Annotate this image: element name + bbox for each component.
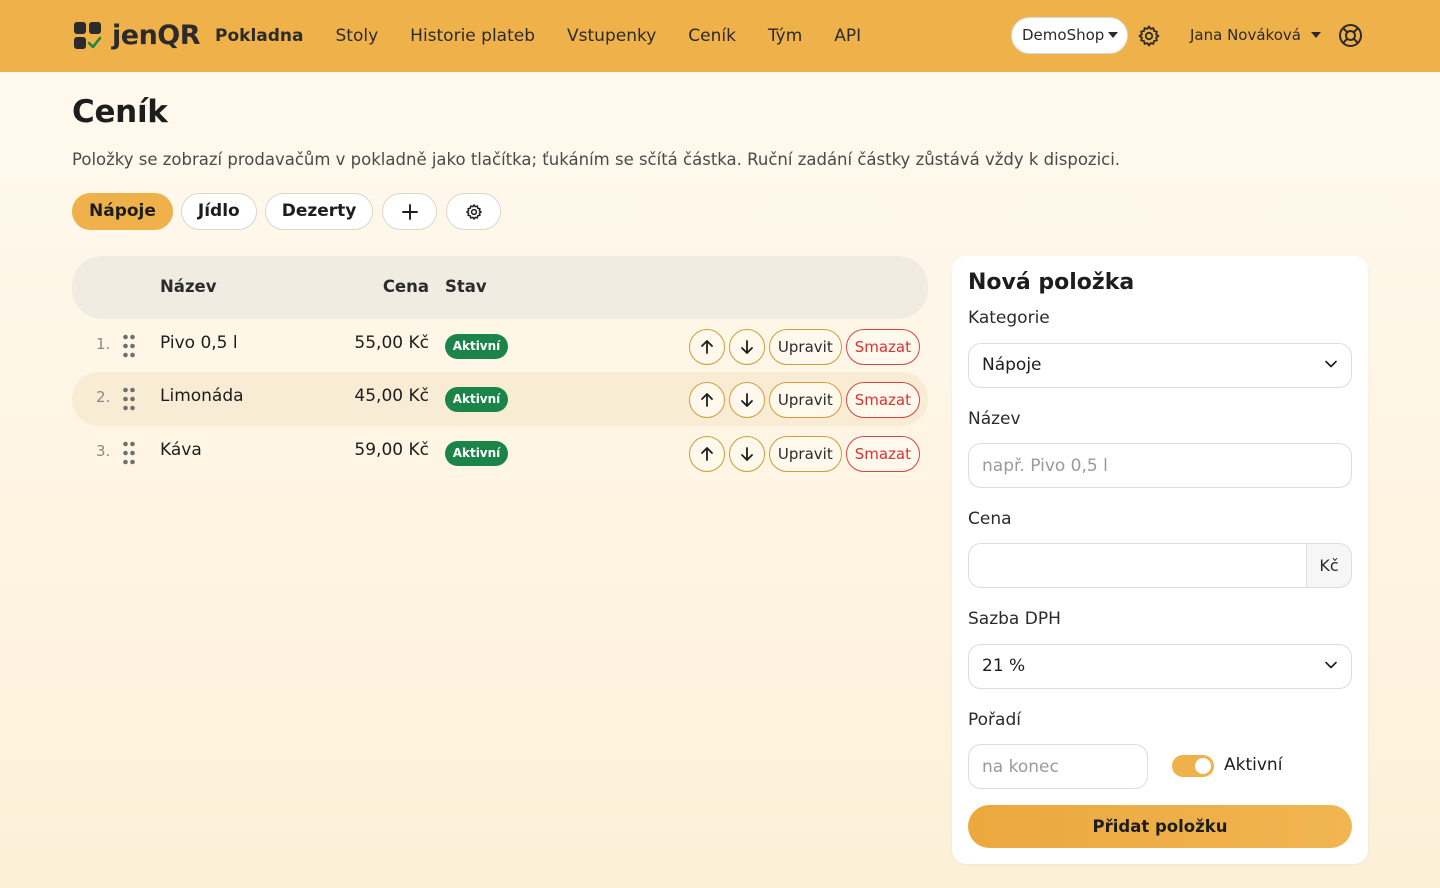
- drag-handle-icon[interactable]: [122, 441, 136, 469]
- vat-select[interactable]: 21 %: [968, 644, 1352, 689]
- page-title: Ceník: [72, 94, 168, 130]
- navbar: jenQR Pokladna Stoly Historie plateb Vst…: [0, 0, 1440, 72]
- delete-button[interactable]: Smazat: [845, 329, 920, 365]
- price-input[interactable]: [968, 543, 1307, 588]
- arrow-up-icon: [701, 340, 713, 354]
- item-name: Pivo 0,5 l: [160, 333, 238, 353]
- arrow-up-icon: [701, 447, 713, 461]
- settings-icon[interactable]: [1137, 24, 1161, 52]
- category-label: Kategorie: [968, 308, 1050, 328]
- plus-icon: [401, 203, 418, 220]
- table-row: 2. Limonáda 45,00 Kč Aktivní Upravit Sma…: [72, 372, 928, 426]
- nav-link-historie-plateb[interactable]: Historie plateb: [410, 24, 535, 48]
- edit-button[interactable]: Upravit: [768, 382, 842, 418]
- shop-select-value: DemoShop: [1022, 26, 1105, 44]
- table-row: 3. Káva 59,00 Kč Aktivní Upravit Smazat: [72, 426, 928, 480]
- edit-button[interactable]: Upravit: [768, 329, 842, 365]
- brand-name: jenQR: [112, 20, 201, 51]
- form-title: Nová položka: [968, 270, 1135, 295]
- arrow-up-icon: [701, 393, 713, 407]
- vat-label: Sazba DPH: [968, 609, 1061, 629]
- vat-select-value: 21 %: [982, 656, 1026, 676]
- main-nav: Pokladna Stoly Historie plateb Vstupenky…: [215, 24, 893, 48]
- move-up-button[interactable]: [688, 329, 725, 365]
- active-toggle-label: Aktivní: [1224, 755, 1283, 775]
- table-header: Název Cena Stav: [72, 256, 928, 319]
- order-label: Pořadí: [968, 710, 1021, 730]
- nav-link-stoly[interactable]: Stoly: [336, 24, 379, 48]
- new-item-card: Nová položka Kategorie Nápoje Název Cena…: [952, 256, 1368, 864]
- category-pills: Nápoje Jídlo Dezerty: [72, 193, 509, 230]
- chevron-down-icon: [1325, 661, 1337, 669]
- user-menu[interactable]: Jana Nováková: [1190, 24, 1323, 46]
- move-up-button[interactable]: [688, 436, 725, 472]
- category-select-value: Nápoje: [982, 355, 1042, 375]
- user-name: Jana Nováková: [1190, 26, 1301, 44]
- currency-addon: Kč: [1306, 543, 1352, 588]
- table-row: 1. Pivo 0,5 l 55,00 Kč Aktivní Upravit S…: [72, 319, 928, 373]
- category-settings-button[interactable]: [446, 193, 502, 230]
- category-pill-jidlo[interactable]: Jídlo: [180, 193, 257, 230]
- name-label: Název: [968, 409, 1021, 429]
- arrow-down-icon: [741, 447, 753, 461]
- row-number: 2.: [96, 388, 111, 406]
- active-toggle[interactable]: [1172, 755, 1214, 777]
- arrow-down-icon: [741, 393, 753, 407]
- arrow-down-icon: [741, 340, 753, 354]
- name-input[interactable]: [968, 443, 1352, 488]
- status-badge: Aktivní: [445, 334, 508, 359]
- lifebuoy-icon[interactable]: [1338, 23, 1363, 52]
- move-up-button[interactable]: [688, 382, 725, 418]
- column-header-name: Název: [160, 277, 217, 296]
- move-down-button[interactable]: [728, 436, 765, 472]
- move-down-button[interactable]: [728, 329, 765, 365]
- chevron-down-icon: [1325, 360, 1337, 368]
- category-select[interactable]: Nápoje: [968, 343, 1352, 388]
- edit-button[interactable]: Upravit: [768, 436, 842, 472]
- gear-icon: [466, 203, 482, 220]
- shop-select[interactable]: DemoShop: [1011, 17, 1128, 54]
- nav-link-tym[interactable]: Tým: [768, 24, 802, 48]
- order-input[interactable]: [968, 744, 1148, 789]
- status-badge: Aktivní: [445, 441, 508, 466]
- brand-logo[interactable]: jenQR: [74, 20, 201, 51]
- item-name: Limonáda: [160, 386, 244, 406]
- category-pill-dezerty[interactable]: Dezerty: [264, 193, 374, 230]
- nav-link-api[interactable]: API: [834, 24, 861, 48]
- item-price: 55,00 Kč: [354, 333, 429, 353]
- nav-link-cenik[interactable]: Ceník: [688, 24, 736, 48]
- price-list-table: Název Cena Stav 1. Pivo 0,5 l 55,00 Kč A…: [72, 256, 928, 472]
- row-actions: Upravit Smazat: [688, 436, 920, 472]
- nav-link-vstupenky[interactable]: Vstupenky: [567, 24, 656, 48]
- add-item-button[interactable]: Přidat položku: [968, 805, 1352, 848]
- row-number: 3.: [96, 442, 111, 460]
- add-category-button[interactable]: [382, 193, 438, 230]
- delete-button[interactable]: Smazat: [845, 436, 920, 472]
- nav-link-pokladna[interactable]: Pokladna: [215, 24, 304, 48]
- drag-handle-icon[interactable]: [122, 334, 136, 362]
- item-price: 45,00 Kč: [354, 386, 429, 406]
- item-price: 59,00 Kč: [354, 440, 429, 460]
- delete-button[interactable]: Smazat: [845, 382, 920, 418]
- move-down-button[interactable]: [728, 382, 765, 418]
- caret-down-icon: [1310, 32, 1321, 38]
- category-pill-napoje[interactable]: Nápoje: [72, 193, 173, 230]
- row-number: 1.: [96, 335, 111, 353]
- toggle-knob: [1195, 758, 1211, 774]
- caret-down-icon: [1108, 32, 1118, 38]
- item-name: Káva: [160, 440, 202, 460]
- row-actions: Upravit Smazat: [688, 382, 920, 418]
- logo-icon: [74, 21, 102, 50]
- column-header-price: Cena: [382, 277, 429, 296]
- price-input-group: Kč: [968, 543, 1352, 588]
- price-label: Cena: [968, 509, 1012, 529]
- status-badge: Aktivní: [445, 387, 508, 412]
- page-description: Položky se zobrazí prodavačům v pokladně…: [72, 150, 1121, 169]
- column-header-state: Stav: [445, 277, 487, 296]
- drag-handle-icon[interactable]: [122, 387, 136, 415]
- row-actions: Upravit Smazat: [688, 329, 920, 365]
